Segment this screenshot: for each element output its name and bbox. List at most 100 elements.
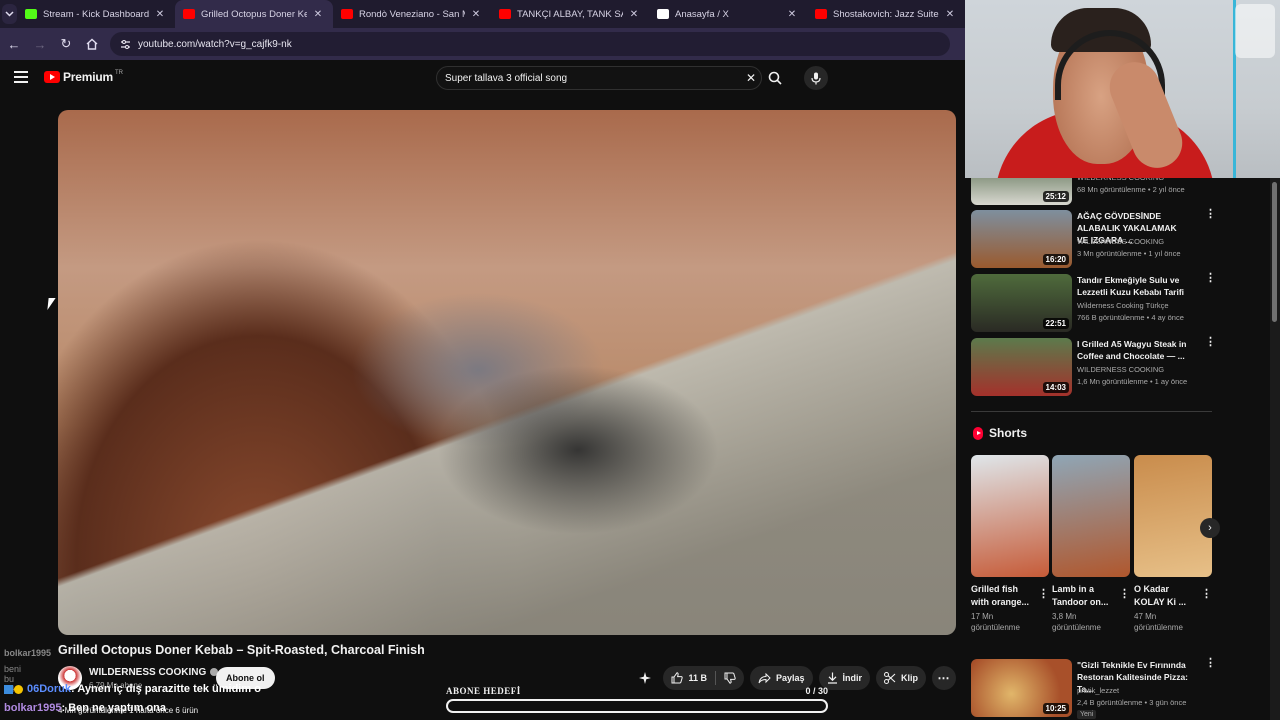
short-title[interactable]: Grilled fish with orange... — [971, 583, 1037, 609]
screen: Stream - Kick Dashboard ✕ Grilled Octopus … — [0, 0, 1280, 720]
logo-word: Premium — [63, 70, 113, 84]
goal-progress-bar — [446, 699, 828, 713]
recommended-video-pizza[interactable]: 10:25 "Gizli Teknikle Ev Fırınında Resto… — [971, 658, 1231, 720]
more-vert-icon[interactable]: ⋮ — [1205, 273, 1216, 284]
recommended-video[interactable]: 22:51 Tandır Ekmeğiyle Sulu ve Lezzetli K… — [971, 273, 1231, 334]
chevron-down-icon — [5, 11, 14, 17]
chat-message-1: 06Doruk: Aynen iç dış parazitte tek ümid… — [4, 683, 261, 695]
channel-name[interactable]: Wilderness Cooking Türkçe — [1077, 301, 1169, 310]
more-horizontal-icon: ⋯ — [937, 671, 951, 685]
shorts-next-button[interactable]: › — [1200, 518, 1220, 538]
video-thumbnail[interactable]: 14:03 — [971, 338, 1072, 396]
more-vert-icon[interactable]: ⋮ — [1205, 209, 1216, 220]
video-thumbnail[interactable]: 22:51 — [971, 274, 1072, 332]
clip-button[interactable]: Klip — [876, 666, 926, 690]
video-thumbnail[interactable]: 25:12 — [971, 178, 1072, 205]
video-meta: 2,4 B görüntülenme • 3 gün önce — [1077, 698, 1187, 707]
short-item[interactable]: Lamb in a Tandoor on... 3,8 Mn görüntülen… — [1052, 455, 1130, 633]
browser-tab[interactable]: Grilled Octopus Doner Kebab - Spi ✕ — [175, 0, 333, 28]
tab-favicon-icon — [815, 9, 827, 19]
video-title[interactable]: Tandır Ekmeğiyle Sulu ve Lezzetli Kuzu K… — [1077, 274, 1189, 298]
address-bar[interactable]: youtube.com/watch?v=g_cajfk9-nk — [110, 32, 950, 56]
reload-button[interactable]: ↻ — [54, 32, 78, 56]
more-vert-icon[interactable]: ⋮ — [1201, 587, 1212, 600]
short-title[interactable]: O Kadar KOLAY Ki ... — [1134, 583, 1200, 609]
browser-tab[interactable]: Shostakovich: Jazz Suite No. 2: V ✕ — [807, 0, 965, 28]
video-title[interactable]: I Grilled A5 Wagyu Steak in Coffee and C… — [1077, 338, 1189, 362]
download-label: İndir — [842, 673, 863, 683]
voice-search-button[interactable] — [804, 66, 828, 90]
video-duration: 22:51 — [1042, 318, 1069, 329]
channel-name[interactable]: pratik_lezzet — [1077, 686, 1119, 695]
video-thumbnail[interactable]: 16:20 — [971, 210, 1072, 268]
sparkle-icon — [639, 672, 652, 684]
tab-close-icon[interactable]: ✕ — [469, 9, 483, 20]
chevron-right-icon: › — [1208, 522, 1212, 534]
tab-close-icon[interactable]: ✕ — [785, 9, 799, 20]
short-thumbnail[interactable] — [971, 455, 1049, 577]
recommended-video[interactable]: 25:12WILDERNESS COOKING68 Mn görüntülenm… — [971, 173, 1231, 206]
short-views: 3,8 Mn görüntülenme — [1052, 612, 1101, 632]
more-vert-icon[interactable]: ⋮ — [1038, 587, 1049, 600]
clear-search-icon[interactable]: ✕ — [741, 71, 761, 85]
thumbs-up-icon — [671, 672, 684, 684]
short-item[interactable]: O Kadar KOLAY Ki ... 47 Mn görüntülenme ⋮ — [1134, 455, 1212, 633]
section-divider — [971, 411, 1212, 412]
chat-text-1: : Aynen iç dış parazitte tek ümidim o — [71, 683, 261, 695]
browser-tab[interactable]: Anasayfa / X ✕ — [649, 0, 807, 28]
more-vert-icon[interactable]: ⋮ — [1205, 337, 1216, 348]
video-duration: 14:03 — [1042, 382, 1069, 393]
video-player[interactable] — [58, 110, 956, 635]
chat-username-2: bolkar1995 — [4, 702, 62, 714]
channel-name[interactable]: WILDERNESS COOKING — [89, 667, 219, 678]
video-duration: 10:25 — [1042, 703, 1069, 714]
short-item[interactable]: Grilled fish with orange... 17 Mn görüntü… — [971, 455, 1049, 633]
menu-icon[interactable] — [14, 71, 28, 83]
forward-button[interactable]: → — [28, 32, 52, 56]
search-input[interactable] — [445, 72, 741, 84]
short-views: 17 Mn görüntülenme — [971, 612, 1020, 632]
browser-tab-strip: Stream - Kick Dashboard ✕ Grilled Octopus … — [0, 0, 965, 28]
tab-title: Anasayfa / X — [675, 8, 729, 20]
browser-tab[interactable]: Stream - Kick Dashboard ✕ — [17, 0, 175, 28]
search-button[interactable] — [762, 66, 788, 90]
more-vert-icon[interactable]: ⋮ — [1205, 658, 1216, 669]
download-icon — [827, 672, 837, 684]
shorts-icon — [973, 426, 983, 440]
channel-name[interactable]: WILDERNESS COOKING — [1077, 237, 1164, 246]
tab-search-button[interactable] — [2, 4, 17, 24]
more-vert-icon[interactable]: ⋮ — [1119, 587, 1130, 600]
home-icon — [86, 38, 98, 50]
chat-faded-line-1: bolkar1995 — [4, 648, 52, 658]
subscriber-goal-widget: ABONE HEDEFİ 0 / 30 — [446, 686, 828, 713]
url-text: youtube.com/watch?v=g_cajfk9-nk — [138, 38, 292, 50]
home-button[interactable] — [80, 32, 104, 56]
chat-message-2: bolkar1995: Ben ne yaptım ona — [4, 702, 166, 714]
browser-tab[interactable]: Rondò Veneziano - San Marco ✕ — [333, 0, 491, 28]
channel-name[interactable]: WILDERNESS COOKING — [1077, 365, 1164, 374]
more-actions-button[interactable]: ⋯ — [932, 666, 956, 690]
youtube-logo[interactable]: Premium TR — [44, 70, 123, 84]
back-button[interactable]: ← — [2, 32, 26, 56]
clip-label: Klip — [901, 673, 918, 683]
tab-close-icon[interactable]: ✕ — [627, 9, 641, 20]
new-badge: Yeni — [1077, 710, 1097, 719]
thumbs-down-icon — [724, 672, 736, 684]
tab-close-icon[interactable]: ✕ — [311, 9, 325, 20]
recommended-video[interactable]: 16:20 AĞAÇ GÖVDESİNDE ALABALIK YAKALAMAK … — [971, 209, 1231, 270]
video-meta: 3 Mn görüntülenme • 1 yıl önce — [1077, 249, 1181, 258]
tab-close-icon[interactable]: ✕ — [153, 9, 167, 20]
browser-tab[interactable]: TANKÇI ALBAY, TANK SAVAŞI SA ✕ — [491, 0, 649, 28]
sidebar-scrollbar[interactable] — [1270, 178, 1280, 720]
youtube-play-icon — [44, 71, 60, 83]
tab-close-icon[interactable]: ✕ — [943, 9, 957, 20]
tab-favicon-icon — [657, 9, 669, 19]
short-thumbnail[interactable] — [1052, 455, 1130, 577]
recommended-video[interactable]: 14:03 I Grilled A5 Wagyu Steak in Coffee … — [971, 337, 1231, 398]
short-title[interactable]: Lamb in a Tandoor on... — [1052, 583, 1118, 609]
video-thumbnail[interactable]: 10:25 — [971, 659, 1072, 717]
short-thumbnail[interactable] — [1134, 455, 1212, 577]
search-icon — [768, 71, 782, 85]
arrow-right-icon: → — [33, 36, 47, 52]
site-info-icon[interactable] — [118, 37, 132, 51]
